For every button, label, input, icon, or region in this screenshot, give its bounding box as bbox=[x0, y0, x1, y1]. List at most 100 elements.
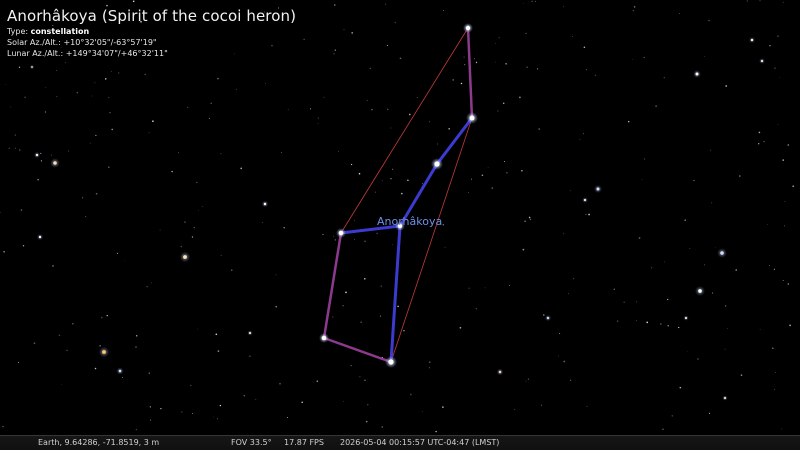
star bbox=[769, 45, 771, 47]
star bbox=[317, 123, 319, 124]
constellation-stars bbox=[319, 23, 478, 368]
star bbox=[152, 120, 154, 123]
star bbox=[2, 425, 4, 428]
star bbox=[381, 426, 384, 428]
star bbox=[522, 248, 525, 251]
solar-azalt-line: Solar Az./Alt.: +10°32'05"/-63°57'19" bbox=[7, 37, 296, 48]
star bbox=[491, 187, 493, 189]
star bbox=[724, 305, 727, 307]
star bbox=[343, 28, 345, 30]
star bbox=[171, 170, 173, 173]
star bbox=[586, 405, 588, 407]
star bbox=[559, 332, 561, 334]
star bbox=[638, 237, 641, 239]
star bbox=[386, 44, 389, 46]
star bbox=[531, 0, 533, 2]
star bbox=[387, 108, 389, 110]
status-fov[interactable]: FOV 33.5° bbox=[231, 438, 272, 447]
star bbox=[390, 127, 392, 129]
star bbox=[52, 265, 54, 267]
star bbox=[613, 288, 615, 290]
star bbox=[435, 430, 437, 433]
star bbox=[528, 216, 531, 219]
star bbox=[735, 269, 737, 271]
star bbox=[519, 96, 521, 99]
star bbox=[498, 37, 500, 39]
sky-view[interactable]: Anorhâkoya bbox=[0, 0, 800, 450]
star bbox=[390, 178, 392, 180]
star bbox=[255, 398, 257, 400]
star bbox=[0, 211, 1, 213]
star bbox=[725, 85, 728, 87]
star bbox=[190, 384, 192, 387]
star bbox=[557, 355, 559, 357]
status-datetime[interactable]: 2026-05-04 00:15:57 UTC-04:47 (LMST) bbox=[340, 438, 499, 447]
star bbox=[704, 55, 706, 57]
star bbox=[775, 372, 776, 373]
star bbox=[3, 251, 5, 253]
star bbox=[213, 416, 214, 418]
star bbox=[249, 332, 251, 334]
star bbox=[712, 292, 714, 294]
stick-line bbox=[322, 231, 343, 340]
star bbox=[263, 202, 267, 206]
star bbox=[366, 99, 368, 101]
star bbox=[58, 334, 61, 336]
object-info-panel: Anorhâkoya (Spirit of the cocoi heron) T… bbox=[7, 6, 296, 59]
star bbox=[388, 359, 394, 365]
object-title: Anorhâkoya (Spirit of the cocoi heron) bbox=[7, 7, 297, 25]
star bbox=[763, 141, 765, 143]
star bbox=[321, 335, 327, 341]
stick-line bbox=[322, 336, 393, 364]
star bbox=[481, 174, 484, 176]
star bbox=[217, 350, 220, 352]
star bbox=[310, 108, 311, 110]
star bbox=[644, 158, 645, 160]
star bbox=[525, 32, 527, 35]
star bbox=[739, 175, 741, 177]
star bbox=[216, 418, 219, 420]
star bbox=[287, 108, 289, 110]
star bbox=[641, 179, 643, 181]
star bbox=[679, 13, 681, 14]
star bbox=[643, 56, 645, 59]
star bbox=[616, 320, 619, 322]
star bbox=[526, 66, 528, 68]
star bbox=[416, 97, 418, 98]
star bbox=[180, 245, 182, 248]
star bbox=[56, 96, 58, 98]
star bbox=[187, 106, 189, 108]
star bbox=[434, 161, 440, 167]
star bbox=[698, 289, 702, 293]
star bbox=[459, 326, 462, 329]
star bbox=[524, 220, 526, 223]
star bbox=[724, 397, 726, 399]
star bbox=[758, 131, 761, 134]
star bbox=[437, 143, 438, 145]
star bbox=[403, 330, 405, 332]
star bbox=[720, 251, 724, 255]
star bbox=[316, 380, 319, 382]
star bbox=[210, 102, 212, 104]
star bbox=[385, 3, 387, 5]
star bbox=[104, 78, 107, 80]
star bbox=[392, 168, 394, 170]
star bbox=[779, 77, 781, 78]
star bbox=[18, 361, 19, 363]
star bbox=[150, 419, 152, 421]
star bbox=[95, 134, 97, 136]
star bbox=[135, 429, 137, 431]
star bbox=[76, 91, 79, 94]
status-location[interactable]: Earth, 9.64286, -71.8519, 3 m bbox=[38, 438, 159, 447]
star bbox=[710, 149, 712, 151]
star bbox=[442, 406, 444, 408]
star bbox=[135, 346, 137, 348]
star bbox=[650, 267, 653, 269]
star bbox=[345, 291, 347, 294]
star bbox=[463, 56, 465, 58]
star bbox=[474, 58, 476, 60]
star bbox=[773, 268, 775, 270]
star bbox=[191, 236, 194, 238]
star bbox=[323, 96, 325, 98]
star bbox=[111, 128, 113, 131]
